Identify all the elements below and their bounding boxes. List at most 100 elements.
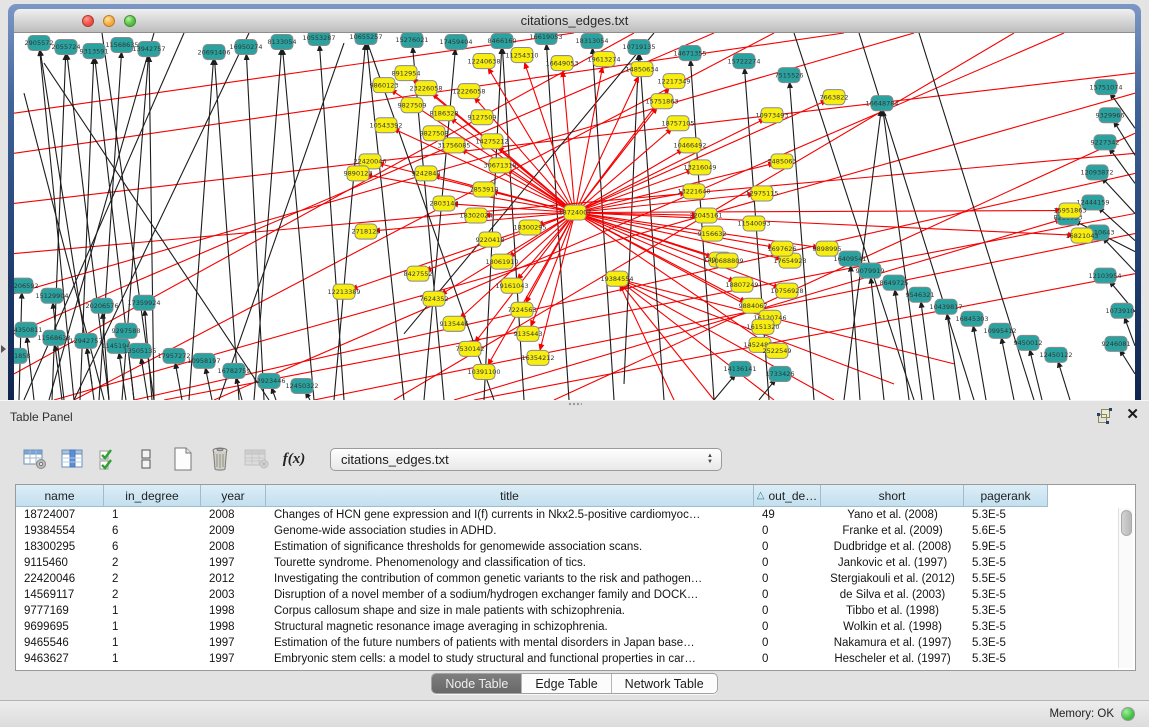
table-cell[interactable]: 2003 — [201, 587, 266, 603]
network-node[interactable]: 17359924 — [127, 295, 160, 310]
network-node[interactable]: 10973493 — [755, 108, 788, 123]
table-cell[interactable]: 5.3E-5 — [964, 555, 1048, 571]
network-node[interactable]: 23226058 — [409, 81, 442, 96]
network-node[interactable]: 12942757 — [69, 333, 102, 348]
table-cell[interactable]: 1 — [104, 619, 201, 635]
table-cell[interactable]: Changes of HCN gene expression and I(f) … — [266, 507, 754, 523]
table-cell[interactable]: 18300295 — [16, 539, 104, 555]
network-node[interactable]: 15276021 — [395, 33, 428, 48]
network-node[interactable]: 9297588 — [112, 323, 141, 338]
function-builder-icon[interactable]: f(x) — [279, 444, 309, 474]
column-header-pagerank[interactable]: pagerank — [964, 485, 1048, 507]
network-node[interactable]: 2055724 — [52, 40, 81, 55]
network-node[interactable]: 12213389 — [327, 284, 360, 299]
network-node[interactable]: 8427552 — [404, 266, 433, 281]
network-window-titlebar[interactable]: citations_edges.txt — [14, 9, 1135, 33]
table-cell[interactable]: 19384554 — [16, 523, 104, 539]
table-cell[interactable]: 2012 — [201, 571, 266, 587]
table-cell[interactable]: 0 — [754, 555, 821, 571]
network-node[interactable]: 7485063 — [768, 154, 797, 169]
show-columns-icon[interactable] — [57, 444, 87, 474]
network-node[interactable]: 10655257 — [349, 33, 382, 45]
network-node[interactable]: 12103954 — [1088, 268, 1121, 283]
network-node[interactable]: 9827508 — [420, 126, 449, 141]
network-node[interactable]: 15722274 — [727, 54, 760, 69]
network-node[interactable]: 16619053 — [529, 33, 562, 45]
network-node[interactable]: 10756928 — [770, 283, 803, 298]
table-row[interactable]: 946362711997Embryonic stem cells: a mode… — [16, 651, 1135, 667]
network-node[interactable]: 9220418 — [476, 232, 505, 247]
table-row[interactable]: 969969511998Structural magnetic resonanc… — [16, 619, 1135, 635]
network-node[interactable]: 20691406 — [197, 45, 230, 60]
network-node[interactable]: 9227342 — [1091, 135, 1120, 150]
panel-collapse-arrow-icon[interactable] — [1, 345, 6, 353]
table-cell[interactable]: Tibbo et al. (1998) — [821, 603, 964, 619]
table-scrollbar-thumb[interactable] — [1121, 510, 1132, 536]
table-cell[interactable]: 0 — [754, 571, 821, 587]
network-node[interactable]: 10995412 — [983, 323, 1016, 338]
tab-edge-table[interactable]: Edge Table — [522, 674, 611, 693]
table-cell[interactable]: Structural magnetic resonance image aver… — [266, 619, 754, 635]
table-cell[interactable]: Dudbridge et al. (2008) — [821, 539, 964, 555]
create-column-icon[interactable] — [168, 444, 198, 474]
network-node[interactable]: 2905572 — [25, 36, 54, 51]
table-cell[interactable]: 14569117 — [16, 587, 104, 603]
network-node[interactable]: 7515526 — [775, 68, 804, 83]
table-cell[interactable]: de Silva et al. (2003) — [821, 587, 964, 603]
network-node[interactable]: 12240638 — [467, 54, 500, 69]
table-cell[interactable]: 5.3E-5 — [964, 635, 1048, 651]
table-row[interactable]: 1938455462009Genome-wide association stu… — [16, 523, 1135, 539]
table-row[interactable]: 1456911722003Disruption of a novel membe… — [16, 587, 1135, 603]
network-node[interactable]: 8186328 — [430, 106, 459, 121]
table-cell[interactable]: 0 — [754, 651, 821, 667]
table-selector-dropdown[interactable]: citations_edges.txt ▲▼ — [330, 448, 722, 471]
network-node[interactable]: 9246081 — [1102, 336, 1131, 351]
network-node[interactable]: 22045161 — [689, 208, 722, 223]
network-node[interactable]: 10719135 — [622, 40, 655, 55]
network-node[interactable]: 10553287 — [302, 33, 335, 46]
network-node[interactable]: 2522549 — [763, 343, 792, 358]
network-node[interactable]: 11540093 — [737, 216, 770, 231]
column-header-name[interactable]: name — [16, 485, 104, 507]
table-cell[interactable]: Corpus callosum shape and size in male p… — [266, 603, 754, 619]
select-columns-icon[interactable] — [94, 444, 124, 474]
network-node[interactable]: 17957272 — [157, 348, 190, 363]
network-node[interactable]: 18807249 — [725, 277, 758, 292]
table-cell[interactable]: Jankovic et al. (1997) — [821, 555, 964, 571]
network-node[interactable]: 9329966 — [1096, 108, 1125, 123]
network-node[interactable]: 7853918 — [470, 182, 499, 197]
table-row[interactable]: 946554611997Estimation of the future num… — [16, 635, 1135, 651]
table-cell[interactable]: 18724007 — [16, 507, 104, 523]
table-mode-icon[interactable] — [20, 444, 50, 474]
table-row[interactable]: 1872400712008Changes of HCN gene express… — [16, 507, 1135, 523]
table-cell[interactable]: 0 — [754, 523, 821, 539]
delete-column-icon[interactable] — [205, 444, 235, 474]
table-cell[interactable]: 5.5E-5 — [964, 571, 1048, 587]
table-cell[interactable]: 2 — [104, 555, 201, 571]
table-cell[interactable]: 49 — [754, 507, 821, 523]
network-node[interactable]: 12217349 — [657, 74, 690, 89]
network-node[interactable]: 9079919 — [856, 263, 885, 278]
network-node[interactable]: 14136141 — [723, 361, 756, 376]
table-cell[interactable]: 1997 — [201, 635, 266, 651]
memory-status-indicator[interactable] — [1121, 707, 1135, 721]
table-row[interactable]: 2242004622012Investigating the contribut… — [16, 571, 1135, 587]
table-cell[interactable]: 1 — [104, 635, 201, 651]
network-node[interactable]: 8912954 — [392, 66, 421, 81]
network-node[interactable]: 12450122 — [1039, 347, 1072, 362]
table-cell[interactable]: 2 — [104, 571, 201, 587]
delete-table-icon[interactable] — [242, 444, 272, 474]
table-cell[interactable]: 1 — [104, 507, 201, 523]
table-cell[interactable]: 9115460 — [16, 555, 104, 571]
network-node[interactable]: 16648784 — [865, 96, 898, 111]
close-panel-icon[interactable]: ✕ — [1126, 406, 1139, 424]
network-node[interactable]: 12093872 — [1080, 165, 1113, 180]
network-node[interactable]: 10391100 — [467, 364, 500, 379]
column-header-out_de[interactable]: △out_de… — [754, 485, 821, 507]
network-canvas[interactable]: 1872400729055722055724931359111568635139… — [14, 33, 1135, 400]
table-cell[interactable]: 5.3E-5 — [964, 603, 1048, 619]
table-cell[interactable]: Stergiakouli et al. (2012) — [821, 571, 964, 587]
network-node[interactable]: 10739107 — [1105, 303, 1135, 318]
network-node[interactable]: 8466160 — [488, 34, 517, 49]
network-node[interactable]: 9450012 — [1014, 335, 1043, 350]
